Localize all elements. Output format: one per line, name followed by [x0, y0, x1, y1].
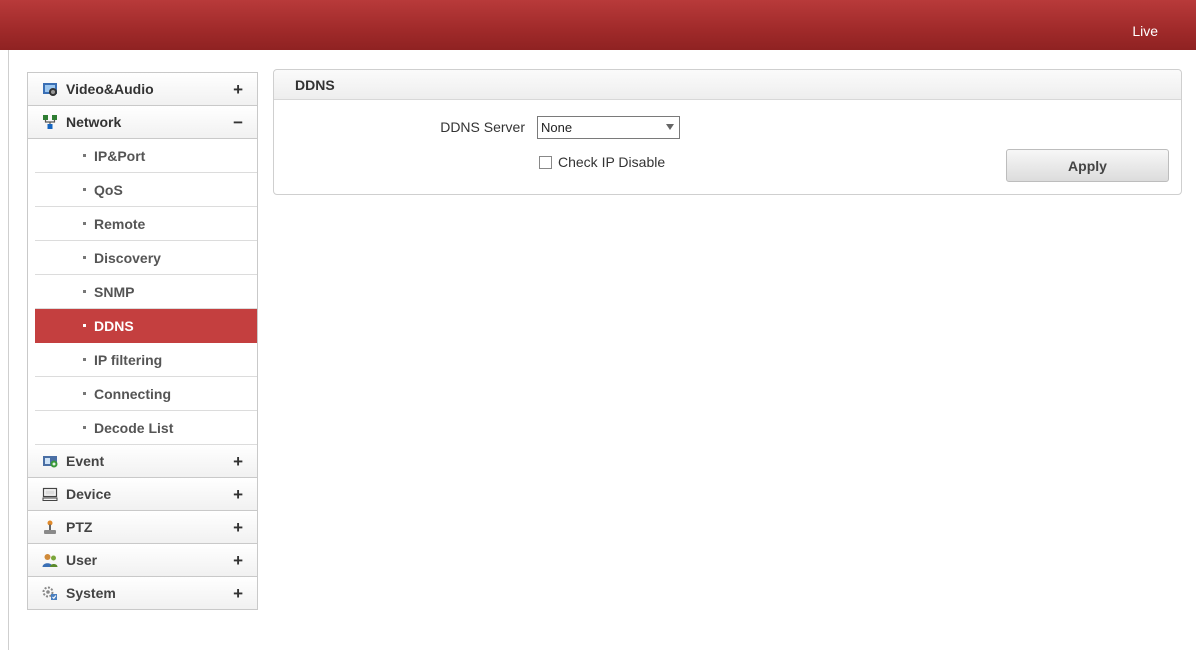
- bullet-icon: [83, 426, 86, 429]
- menu-video-audio[interactable]: Video&Audio +: [28, 73, 257, 106]
- expand-icon[interactable]: +: [233, 518, 243, 538]
- expand-icon[interactable]: +: [233, 80, 243, 100]
- ddns-panel: DDNS DDNS Server None Check IP Disable A…: [273, 69, 1182, 195]
- bullet-icon: [83, 290, 86, 293]
- ddns-server-value: None: [541, 120, 573, 135]
- sidebar-item-decode-list[interactable]: Decode List: [35, 411, 257, 445]
- menu-system[interactable]: System +: [28, 577, 257, 610]
- sub-item-label: Discovery: [94, 249, 161, 266]
- check-ip-disable-checkbox[interactable]: [539, 155, 552, 169]
- bullet-icon: [83, 324, 86, 327]
- device-icon: [42, 486, 58, 502]
- panel-title: DDNS: [274, 70, 1181, 100]
- menu-device[interactable]: Device +: [28, 478, 257, 511]
- sidebar-item-connecting[interactable]: Connecting: [35, 377, 257, 411]
- dropdown-arrow-icon: [666, 124, 674, 130]
- menu-label: PTZ: [66, 519, 93, 535]
- menu-label: Network: [66, 114, 122, 130]
- sub-item-label: Decode List: [94, 419, 174, 436]
- sub-item-label: DDNS: [94, 317, 134, 334]
- bullet-icon: [83, 392, 86, 395]
- system-icon: [42, 585, 58, 601]
- menu-label: User: [66, 552, 98, 568]
- live-link[interactable]: Live: [1132, 23, 1158, 39]
- left-border: [8, 50, 9, 650]
- sidebar-item-remote[interactable]: Remote: [35, 207, 257, 241]
- bullet-icon: [83, 256, 86, 259]
- menu-label: Event: [66, 453, 105, 469]
- network-icon: [42, 114, 58, 130]
- sidebar-item-ip-filtering[interactable]: IP filtering: [35, 343, 257, 377]
- expand-icon[interactable]: +: [233, 485, 243, 505]
- apply-button[interactable]: Apply: [1006, 149, 1169, 182]
- sidebar-item-ddns[interactable]: DDNS: [35, 309, 257, 343]
- user-icon: [42, 552, 58, 568]
- sidebar-item-discovery[interactable]: Discovery: [35, 241, 257, 275]
- sub-item-label: SNMP: [94, 283, 135, 300]
- menu-network[interactable]: Network −: [28, 106, 257, 139]
- top-bar: Live: [0, 0, 1196, 50]
- sub-item-label: IP&Port: [94, 147, 146, 164]
- sub-item-label: Connecting: [94, 385, 171, 402]
- video-audio-icon: [42, 81, 58, 97]
- sub-item-label: IP filtering: [94, 351, 163, 368]
- sub-item-label: Remote: [94, 215, 146, 232]
- menu-label: Device: [66, 486, 112, 502]
- event-icon: [42, 453, 58, 469]
- bullet-icon: [83, 154, 86, 157]
- ptz-icon: [42, 519, 58, 535]
- check-ip-disable-row: Check IP Disable: [539, 154, 665, 170]
- sidebar-item-ip-port[interactable]: IP&Port: [35, 139, 257, 173]
- bullet-icon: [83, 358, 86, 361]
- sidebar-item-qos[interactable]: QoS: [35, 173, 257, 207]
- collapse-icon[interactable]: −: [233, 113, 243, 133]
- sidebar-item-snmp[interactable]: SNMP: [35, 275, 257, 309]
- menu-event[interactable]: Event +: [28, 445, 257, 478]
- expand-icon[interactable]: +: [233, 452, 243, 472]
- ddns-server-select[interactable]: None: [537, 116, 680, 139]
- sidebar: Video&Audio + Network − IP&Port QoS Remo…: [27, 72, 258, 610]
- menu-label: System: [66, 585, 116, 601]
- menu-ptz[interactable]: PTZ +: [28, 511, 257, 544]
- expand-icon[interactable]: +: [233, 551, 243, 571]
- menu-label: Video&Audio: [66, 81, 154, 97]
- bullet-icon: [83, 222, 86, 225]
- sub-item-label: QoS: [94, 181, 123, 198]
- check-ip-disable-label: Check IP Disable: [558, 154, 666, 170]
- ddns-server-label: DDNS Server: [440, 119, 525, 135]
- menu-user[interactable]: User +: [28, 544, 257, 577]
- expand-icon[interactable]: +: [233, 584, 243, 604]
- bullet-icon: [83, 188, 86, 191]
